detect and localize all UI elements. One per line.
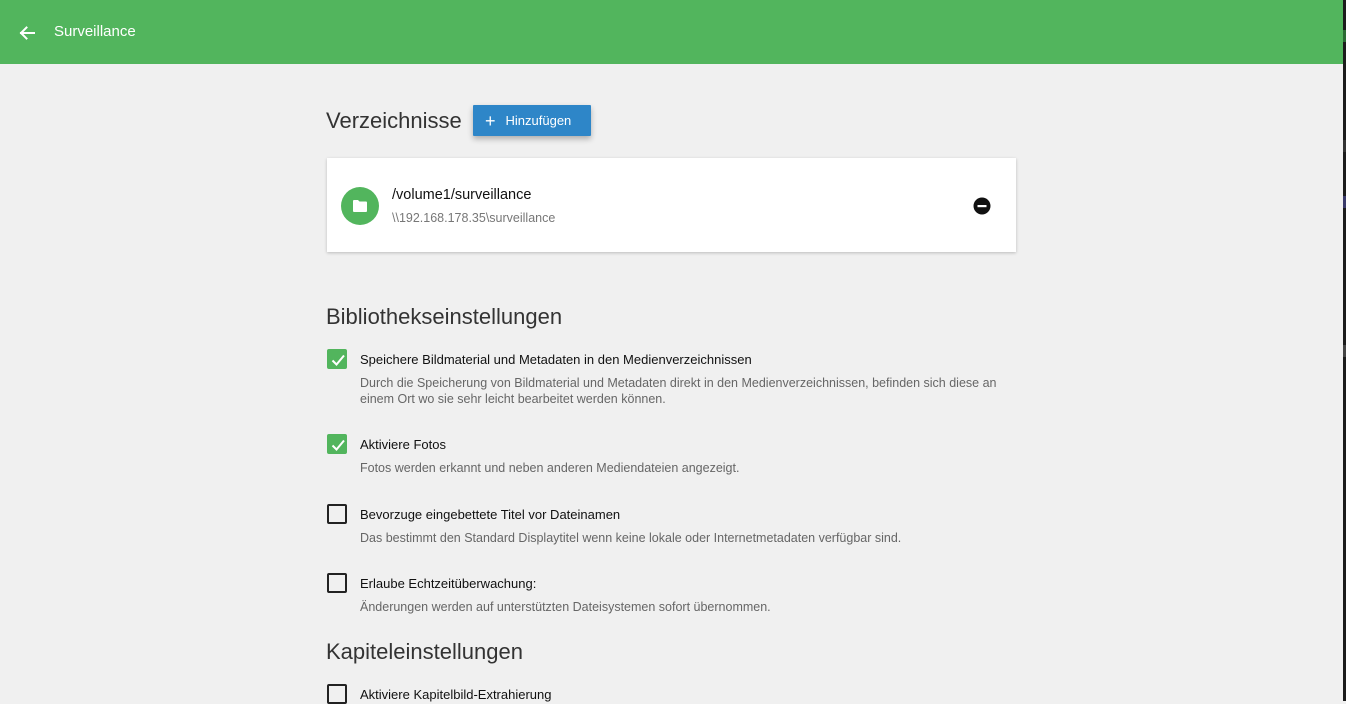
setting-label: Aktiviere Fotos [360,437,446,452]
setting-description: Durch die Speicherung von Bildmaterial u… [360,376,997,406]
library-settings-heading: Bibliothekseinstellungen [326,304,563,329]
directory-share-path: \\192.168.178.35\surveillance [392,211,556,225]
setting-description: Das bestimmt den Standard Displaytitel w… [360,531,902,545]
prefer-embedded-titles-checkbox[interactable] [327,504,347,524]
setting-label: Aktiviere Kapitelbild-Extrahierung [360,687,552,702]
chapter-image-extraction-checkbox[interactable] [327,684,347,704]
plus-icon: + [485,110,496,131]
directories-heading: Verzeichnisse [326,108,462,133]
folder-icon [341,187,379,225]
back-button[interactable] [14,20,40,46]
add-button-label: Hinzufügen [505,113,572,128]
setting-label: Speichere Bildmaterial und Metadaten in … [360,352,752,367]
enable-photos-checkbox[interactable] [327,434,347,454]
app-header: Surveillance [0,0,1343,64]
remove-directory-button[interactable] [973,197,991,215]
chapter-settings-heading: Kapiteleinstellungen [326,639,523,664]
setting-label: Bevorzuge eingebettete Titel vor Dateina… [360,507,621,522]
add-directory-button[interactable]: + Hinzufügen [473,105,591,136]
checkmark-icon [331,354,345,366]
setting-label: Erlaube Echtzeitüberwachung: [360,576,537,591]
directory-path: /volume1/surveillance [392,187,532,203]
setting-description: Fotos werden erkannt und neben anderen M… [360,461,740,475]
checkmark-icon [331,439,345,451]
page-title: Surveillance [54,23,136,40]
realtime-monitoring-checkbox[interactable] [327,573,347,593]
save-artwork-metadata-checkbox[interactable] [327,349,347,369]
directory-card: /volume1/surveillance \\192.168.178.35\s… [327,158,1016,252]
setting-description: Änderungen werden auf unterstützten Date… [360,600,771,614]
remove-circle-icon [973,197,991,215]
arrow-left-icon [19,26,35,40]
